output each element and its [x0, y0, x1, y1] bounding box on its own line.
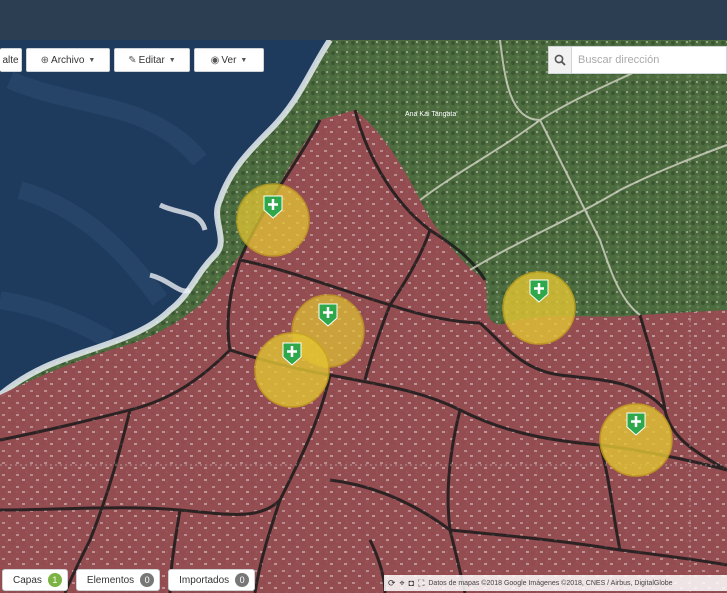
ver-label: Ver [221, 54, 237, 66]
zone-marker-1[interactable] [236, 183, 310, 257]
place-label: Ana Kai Tangata [405, 111, 456, 118]
zone-marker-5[interactable] [599, 403, 673, 477]
map-canvas[interactable]: Ana Kai Tangata [0, 40, 727, 593]
chevron-down-icon: ▼ [168, 56, 176, 64]
ver-menu-button[interactable]: ◉ Ver ▼ [194, 48, 264, 72]
zone-marker-3[interactable] [254, 332, 330, 408]
top-header-bar [0, 0, 727, 40]
partial-menu-button[interactable]: alte [0, 48, 22, 72]
capas-label: Capas [13, 574, 42, 586]
zone-marker-4[interactable] [502, 271, 576, 345]
elementos-label: Elementos [86, 574, 135, 586]
chevron-down-icon: ▼ [88, 56, 96, 64]
capas-button[interactable]: Capas 1 [2, 569, 68, 591]
fullscreen-icon[interactable]: ⛶ [418, 578, 424, 589]
rotate-icon[interactable]: ⟳ [388, 578, 396, 589]
capas-count-badge: 1 [47, 573, 62, 587]
folder-icon: ⊕ [40, 54, 50, 66]
search-input[interactable] [572, 46, 727, 74]
elementos-count-badge: 0 [140, 573, 155, 587]
archivo-menu-button[interactable]: ⊕ Archivo ▼ [26, 48, 110, 72]
importados-button[interactable]: Importados 0 [168, 569, 256, 591]
importados-label: Importados [179, 574, 230, 586]
pencil-icon: ✎ [128, 54, 137, 66]
zone-circle [236, 183, 310, 257]
elementos-button[interactable]: Elementos 0 [75, 569, 161, 591]
search-button[interactable] [548, 46, 572, 74]
editar-label: Editar [138, 54, 165, 66]
partial-menu-label: alte [2, 54, 19, 66]
archivo-label: Archivo [51, 54, 85, 66]
bottom-panel-tabs: Capas 1 Elementos 0 Importados 0 [0, 569, 256, 591]
pin-icon[interactable]: ⌖ [400, 578, 405, 589]
address-search [548, 46, 727, 74]
search-icon [554, 54, 566, 66]
attribution-text: Datos de mapas ©2018 Google Imágenes ©20… [428, 579, 673, 587]
car-icon[interactable]: ◘ [409, 578, 414, 588]
eye-icon: ◉ [210, 54, 220, 66]
importados-count-badge: 0 [235, 573, 250, 587]
map-attribution: ⟳ ⌖ ◘ ⛶ Datos de mapas ©2018 Google Imág… [384, 575, 727, 591]
map-toolbar: alte ⊕ Archivo ▼ ✎ Editar ▼ ◉ Ver ▼ [0, 48, 264, 72]
chevron-down-icon: ▼ [240, 56, 248, 64]
editar-menu-button[interactable]: ✎ Editar ▼ [114, 48, 190, 72]
map-view[interactable]: Ana Kai Tangata [0, 40, 727, 593]
